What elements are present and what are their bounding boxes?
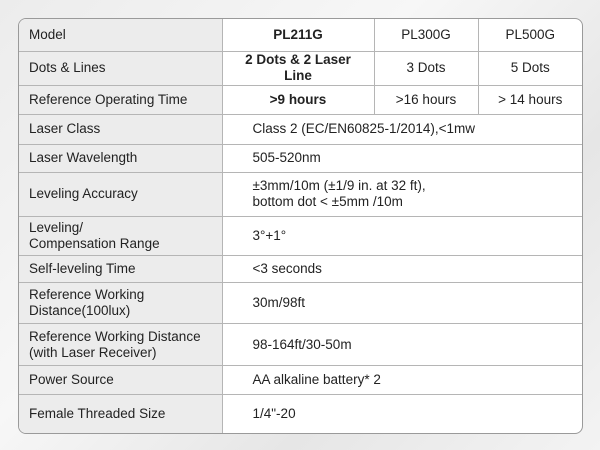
compensation-range-value: 3°+1° bbox=[221, 215, 582, 257]
model-pl211g: PL211G bbox=[221, 19, 375, 52]
table-row: Leveling Accuracy ±3mm/10m (±1/9 in. at … bbox=[19, 171, 582, 217]
row-label-receiver-distance: Reference Working Distance (with Laser R… bbox=[19, 323, 223, 367]
row-label-laser-wavelength: Laser Wavelength bbox=[19, 143, 223, 173]
row-label-leveling-accuracy: Leveling Accuracy bbox=[19, 171, 223, 217]
table-row: Reference Operating Time >9 hours >16 ho… bbox=[19, 84, 582, 115]
operating-time-pl211g: >9 hours bbox=[221, 84, 375, 115]
row-label-compensation-range: Leveling/ Compensation Range bbox=[19, 215, 223, 257]
model-pl500g: PL500G bbox=[477, 19, 582, 52]
dots-lines-pl211g: 2 Dots & 2 Laser Line bbox=[221, 50, 375, 86]
dots-lines-pl500g: 5 Dots bbox=[477, 50, 582, 86]
laser-wavelength-value: 505-520nm bbox=[221, 143, 582, 173]
table-row: Laser Wavelength 505-520nm bbox=[19, 143, 582, 173]
row-label-power-source: Power Source bbox=[19, 365, 223, 396]
working-distance-label-line-2: Distance(100lux) bbox=[29, 303, 131, 319]
table-row: Self-leveling Time <3 seconds bbox=[19, 255, 582, 284]
operating-time-pl500g: > 14 hours bbox=[477, 84, 582, 115]
dots-lines-pl300g: 3 Dots bbox=[373, 50, 479, 86]
row-label-laser-class: Laser Class bbox=[19, 113, 223, 145]
row-label-self-leveling-time: Self-leveling Time bbox=[19, 255, 223, 284]
row-label-threaded-size: Female Threaded Size bbox=[19, 394, 223, 433]
operating-time-pl300g: >16 hours bbox=[373, 84, 479, 115]
threaded-size-value: 1/4"-20 bbox=[221, 394, 582, 433]
model-pl300g: PL300G bbox=[373, 19, 479, 52]
leveling-accuracy-value: ±3mm/10m (±1/9 in. at 32 ft), bottom dot… bbox=[221, 171, 582, 217]
working-distance-value: 30m/98ft bbox=[221, 282, 582, 325]
table-row: Female Threaded Size 1/4"-20 bbox=[19, 394, 582, 433]
laser-class-value: Class 2 (EC/EN60825-1/2014),<1mw bbox=[221, 113, 582, 145]
row-label-working-distance: Reference Working Distance(100lux) bbox=[19, 282, 223, 325]
spec-table: Model PL211G PL300G PL500G Dots & Lines … bbox=[19, 19, 582, 433]
compensation-label-line-2: Compensation Range bbox=[29, 235, 160, 251]
receiver-distance-label-line-2: (with Laser Receiver) bbox=[29, 344, 157, 360]
self-leveling-time-value: <3 seconds bbox=[221, 255, 582, 284]
receiver-distance-label-line-1: Reference Working Distance bbox=[29, 328, 201, 344]
power-source-value: AA alkaline battery* 2 bbox=[221, 365, 582, 396]
working-distance-label-line-1: Reference Working bbox=[29, 287, 145, 303]
leveling-accuracy-line-1: ±3mm/10m (±1/9 in. at 32 ft), bbox=[252, 178, 426, 194]
table-row: Power Source AA alkaline battery* 2 bbox=[19, 365, 582, 396]
table-row: Reference Working Distance (with Laser R… bbox=[19, 323, 582, 367]
table-row: Reference Working Distance(100lux) 30m/9… bbox=[19, 282, 582, 325]
table-row: Leveling/ Compensation Range 3°+1° bbox=[19, 215, 582, 257]
table-row: Dots & Lines 2 Dots & 2 Laser Line 3 Dot… bbox=[19, 50, 582, 86]
table-row: Model PL211G PL300G PL500G bbox=[19, 19, 582, 52]
row-label-dots-lines: Dots & Lines bbox=[19, 50, 223, 86]
compensation-label-line-1: Leveling/ bbox=[29, 219, 84, 235]
row-label-operating-time: Reference Operating Time bbox=[19, 84, 223, 115]
table-row: Laser Class Class 2 (EC/EN60825-1/2014),… bbox=[19, 113, 582, 145]
leveling-accuracy-line-2: bottom dot < ±5mm /10m bbox=[252, 194, 403, 210]
spec-table-card: Model PL211G PL300G PL500G Dots & Lines … bbox=[18, 18, 583, 434]
receiver-distance-value: 98-164ft/30-50m bbox=[221, 323, 582, 367]
row-label-model: Model bbox=[19, 19, 223, 52]
